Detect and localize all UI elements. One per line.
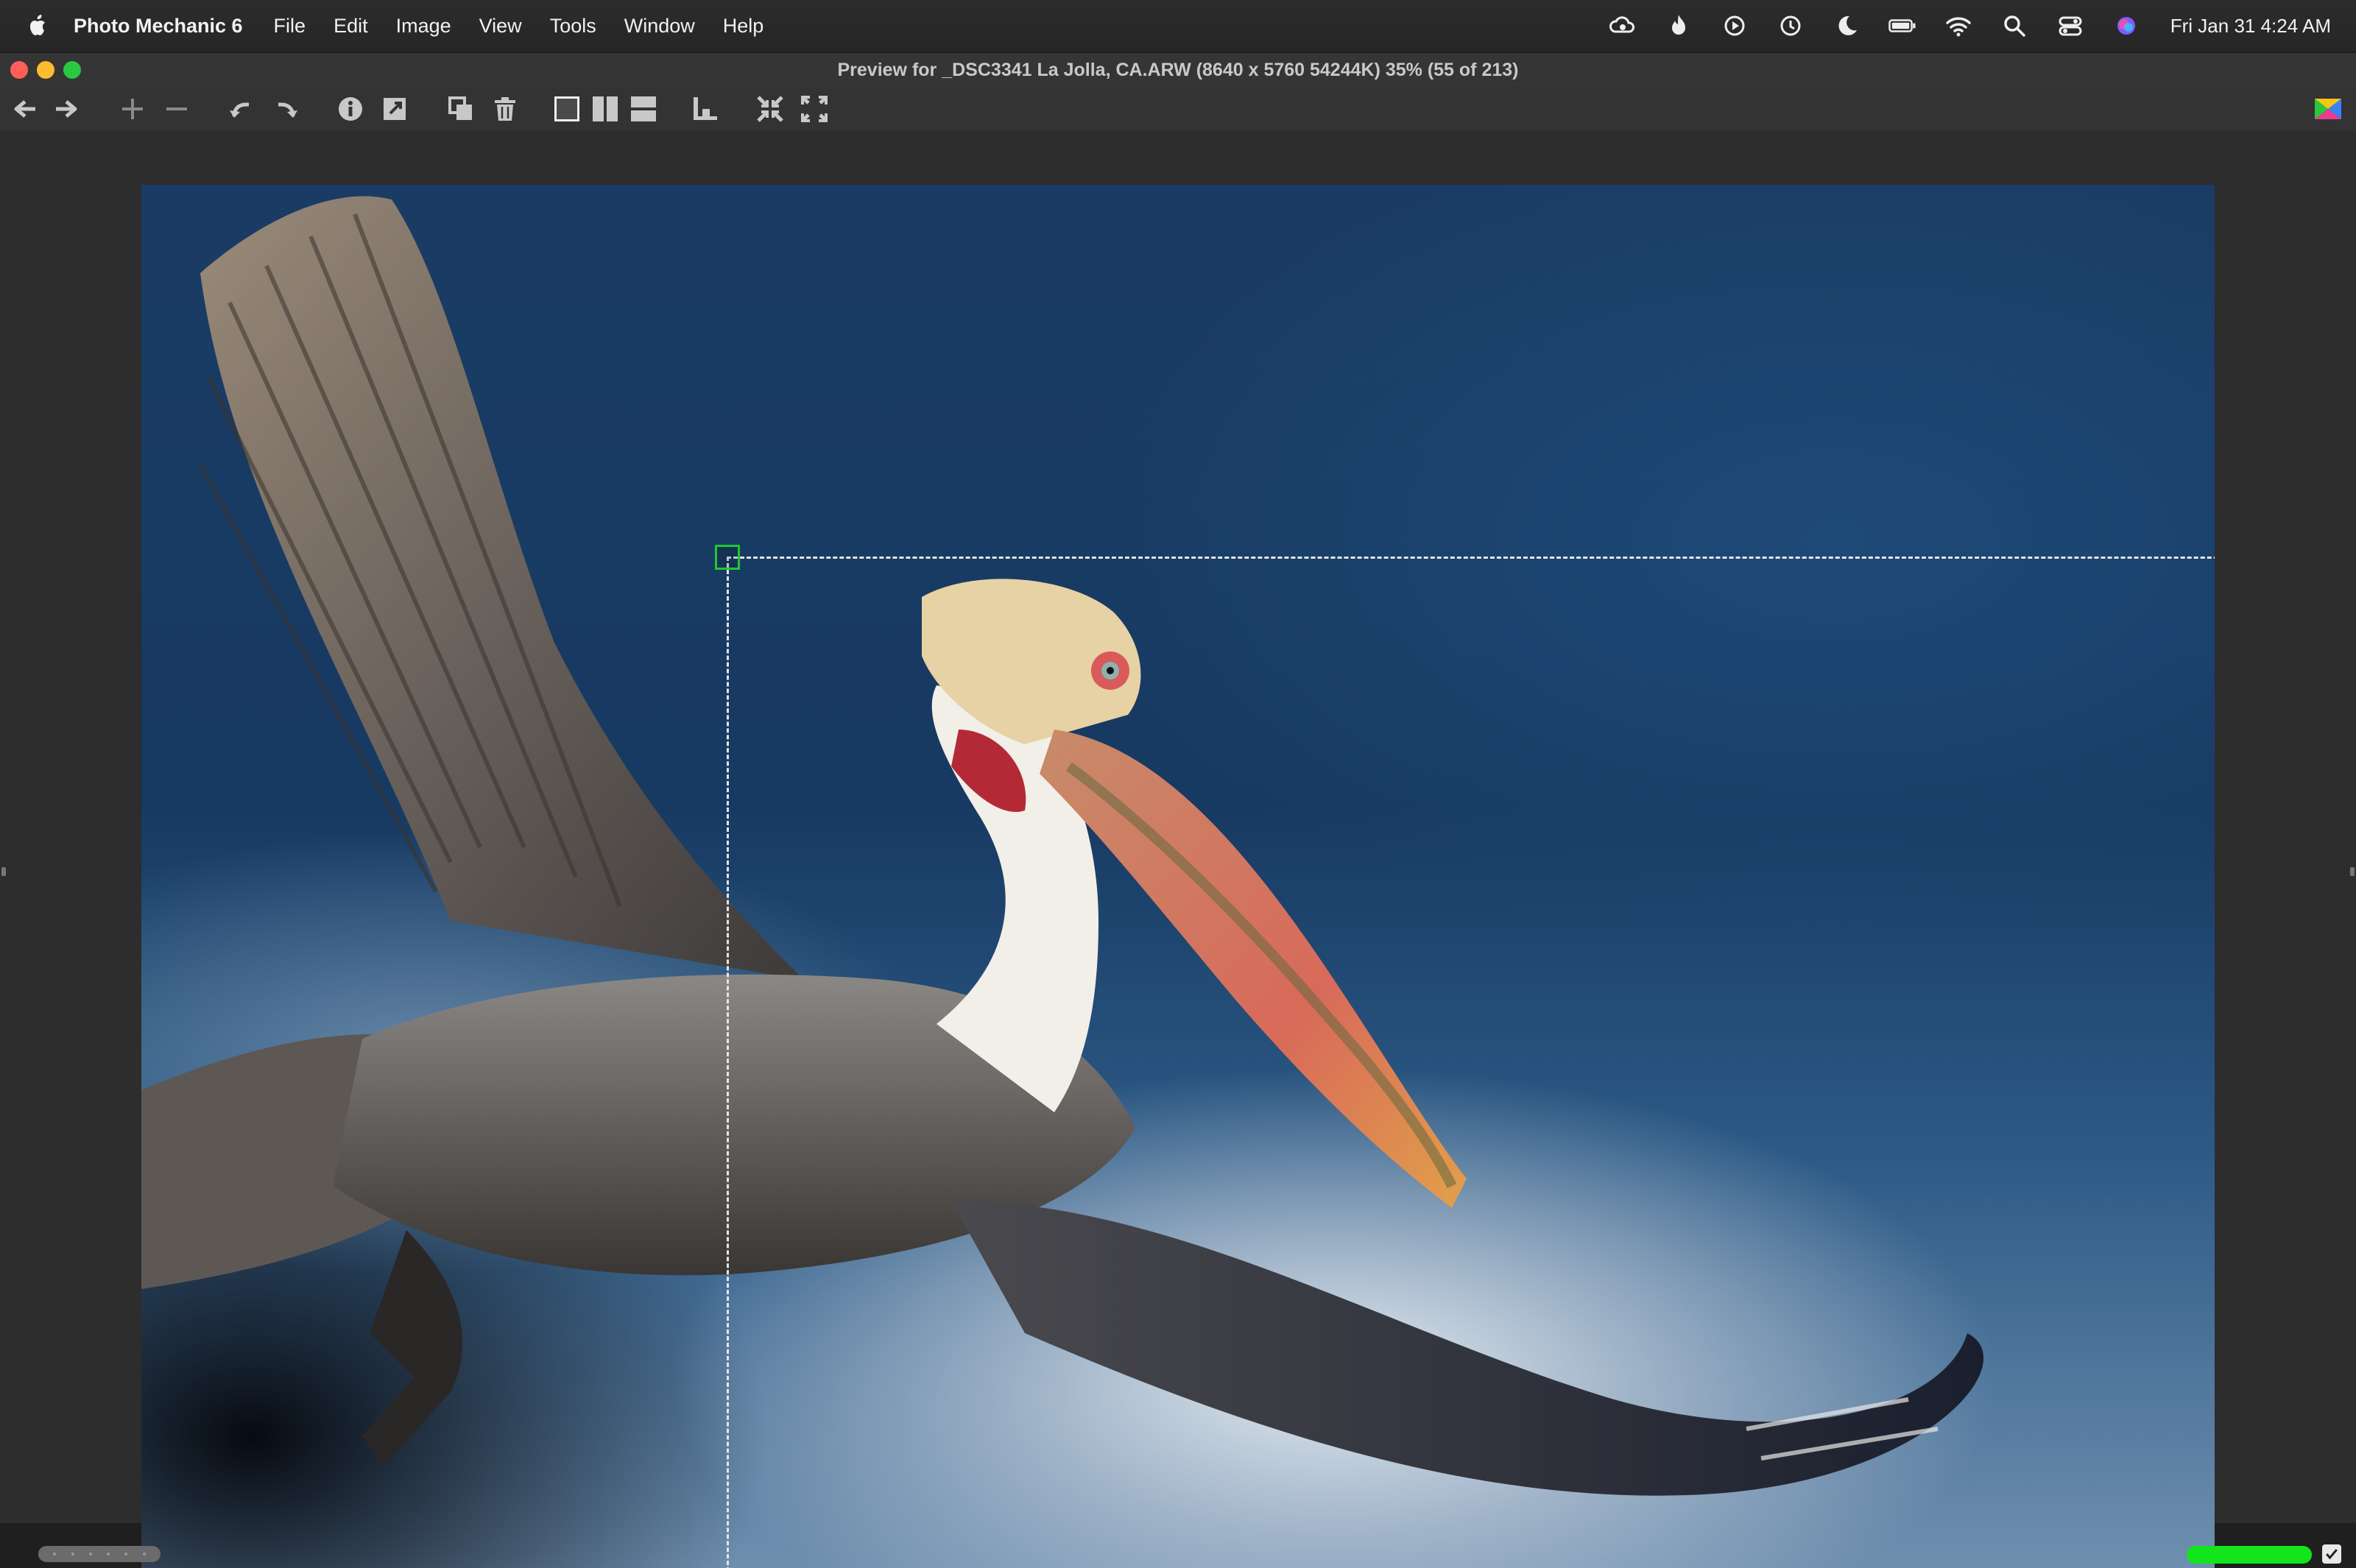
expand-icon [801, 96, 828, 122]
info-icon [339, 97, 362, 121]
camera-bits-logo-icon[interactable] [2310, 91, 2346, 127]
rotate-left-button[interactable] [225, 93, 258, 125]
export-image-icon [384, 98, 406, 120]
align-button[interactable] [689, 93, 722, 125]
menu-help[interactable]: Help [723, 15, 764, 38]
menu-edit[interactable]: Edit [334, 15, 368, 38]
copy-icon [448, 96, 472, 120]
rotate-right-button[interactable] [269, 93, 302, 125]
search-icon[interactable] [2000, 11, 2029, 40]
siri-icon[interactable] [2112, 11, 2141, 40]
full-screen-button[interactable] [798, 93, 830, 125]
single-view-button[interactable] [551, 93, 583, 125]
left-edge-grip[interactable] [1, 867, 6, 876]
cloud-sync-icon[interactable] [1608, 11, 1637, 40]
control-center-icon[interactable] [2056, 11, 2085, 40]
delete-button[interactable] [489, 93, 521, 125]
menu-tools[interactable]: Tools [550, 15, 596, 38]
plus-icon [122, 99, 143, 119]
next-photo-button[interactable] [50, 93, 82, 125]
window-title: Preview for _DSC3341 La Jolla, CA.ARW (8… [837, 59, 1519, 80]
tag-checkbox[interactable] [2322, 1544, 2341, 1564]
battery-icon[interactable] [1888, 11, 1917, 40]
app-name-menu[interactable]: Photo Mechanic 6 [74, 15, 243, 38]
checkmark-icon [2326, 1549, 2338, 1560]
previous-photo-button[interactable] [9, 93, 41, 125]
time-machine-icon[interactable] [1776, 11, 1805, 40]
rotate-left-icon [230, 102, 249, 118]
two-up-horizontal-button[interactable] [627, 93, 660, 125]
menu-view[interactable]: View [479, 15, 522, 38]
right-edge-grip[interactable] [2350, 867, 2355, 876]
info-button[interactable] [334, 93, 367, 125]
menu-bar: Photo Mechanic 6 File Edit Image View To… [0, 0, 2356, 52]
flame-icon[interactable] [1664, 11, 1693, 40]
image-viewer[interactable] [0, 131, 2356, 1568]
horizontal-scrollbar[interactable] [38, 1546, 161, 1562]
zoom-in-button[interactable] [116, 93, 149, 125]
close-window-button[interactable] [10, 61, 28, 79]
minimize-window-button[interactable] [37, 61, 54, 79]
align-bottom-icon [694, 97, 717, 120]
play-circle-icon[interactable] [1720, 11, 1749, 40]
split-horizontal-icon [631, 96, 656, 121]
preview-toolbar [0, 87, 2356, 131]
menu-bar-clock[interactable]: Fri Jan 31 4:24 AM [2170, 15, 2331, 38]
maximize-window-button[interactable] [63, 61, 81, 79]
single-pane-icon [554, 96, 579, 121]
arrow-left-icon [14, 100, 35, 118]
split-vertical-icon [593, 96, 618, 121]
duplicate-button[interactable] [445, 93, 477, 125]
crop-handle-top-left[interactable] [715, 545, 740, 570]
status-area: Fri Jan 31 4:24 AM [1608, 0, 2331, 52]
moon-icon[interactable] [1832, 11, 1861, 40]
trash-icon [495, 97, 515, 121]
wifi-icon[interactable] [1944, 11, 1973, 40]
menu-window[interactable]: Window [624, 15, 695, 38]
arrow-right-icon [56, 100, 77, 118]
preview-photo[interactable] [141, 185, 2215, 1568]
menu-file[interactable]: File [274, 15, 306, 38]
crop-frame[interactable] [715, 545, 2215, 1568]
rotate-right-icon [278, 102, 297, 118]
loading-progress-bar [2187, 1546, 2312, 1564]
zoom-out-button[interactable] [161, 93, 193, 125]
minus-icon [166, 107, 187, 110]
collapse-icon [757, 96, 783, 122]
two-up-vertical-button[interactable] [589, 93, 621, 125]
edit-image-button[interactable] [378, 93, 411, 125]
menu-image[interactable]: Image [396, 15, 451, 38]
fit-to-window-button[interactable] [754, 93, 786, 125]
preview-window: Preview for _DSC3341 La Jolla, CA.ARW (8… [0, 53, 2356, 1568]
window-titlebar: Preview for _DSC3341 La Jolla, CA.ARW (8… [0, 53, 2356, 87]
apple-logo-icon[interactable] [25, 13, 52, 39]
